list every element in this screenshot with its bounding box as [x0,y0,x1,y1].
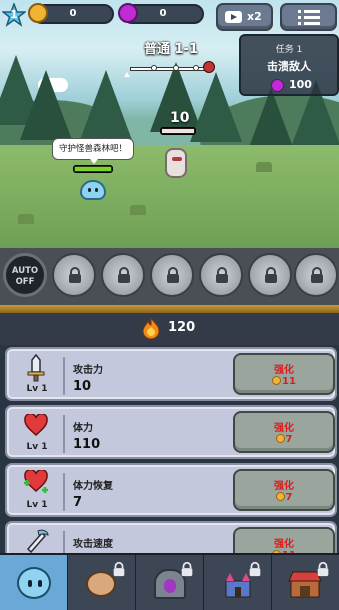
stage-title: 普通 1-1 [143,42,198,57]
quest-reward: 100 [289,78,312,91]
grass-tuft [18,214,34,224]
skill-slot-locked[interactable] [294,253,338,297]
player-level: 1 [10,8,18,21]
gold-coin-icon [275,434,285,443]
mummy-enemy [165,148,187,178]
panel-divider [0,305,339,313]
tab-slime[interactable] [0,555,68,610]
upgrade-name: 体力恢复 [73,481,113,492]
tree [80,70,132,140]
upgrade-cost: 7 [235,434,333,445]
tab-castle[interactable] [204,555,272,610]
gold-amount: 0 [69,8,77,19]
flame-amount: 120 [168,320,196,335]
upgrade-name: 攻击速度 [73,539,113,550]
upgrade-name: 体力 [73,423,93,434]
lock-icon [216,267,228,283]
upgrade-value: 7 [73,495,83,510]
upgrade-value: 110 [73,437,101,452]
gem-icon [271,79,284,92]
lock-icon [249,561,261,577]
gem-amount: 0 [159,8,167,19]
slime-player [80,180,106,200]
speech-tail [90,159,98,164]
upgrade-level: Lv 1 [26,384,48,394]
upgrade-row-attack: Lv 1 攻击力 10 强化 11 [5,347,337,401]
enemy-count: 10 [170,110,190,126]
lock-icon [317,561,329,577]
flame-icon [142,317,160,339]
enemy-hp-bar [160,127,196,135]
grass-tuft [256,162,272,172]
video-icon [225,11,242,23]
slime-icon [17,567,51,599]
auto-state-label: OFF [15,277,35,287]
lock-icon [265,267,277,283]
lock-icon [167,267,179,283]
tab-shop[interactable] [272,555,339,610]
auto-label: AUTO [11,266,39,276]
speed-label: x2 [247,10,262,23]
player-hp-bar [73,165,113,173]
upgrade-row-hp-regen: Lv 1 体力恢复 7 强化 7 [5,463,337,517]
bottom-nav [0,553,339,610]
upgrade-button[interactable]: 强化 11 [233,353,335,395]
menu-button[interactable] [280,3,337,31]
progress-marker-icon [124,72,130,77]
sword-icon [27,354,45,382]
skill-slot-locked[interactable] [150,253,194,297]
gold-coin-icon [272,376,282,385]
tree [190,72,242,142]
quest-title: 任务 1 [275,45,303,55]
skill-slot-locked[interactable] [199,253,243,297]
auto-toggle-button[interactable]: AUTO OFF [3,253,47,297]
tree [20,70,72,140]
tab-dungeon[interactable] [136,555,204,610]
grass-tuft [130,205,146,215]
upgrade-cost: 7 [235,492,333,503]
row-separator [63,473,65,511]
row-separator [63,415,65,453]
lock-icon [69,267,81,283]
upgrade-value: 10 [73,379,92,394]
quest-description: 击溃敌人 [267,60,311,73]
video-speed-button[interactable]: x2 [216,3,273,31]
upgrade-level: Lv 1 [26,442,48,452]
upgrade-cost: 11 [235,376,333,387]
upgrade-row-hp: Lv 1 体力 110 强化 7 [5,405,337,459]
upgrade-name: 攻击力 [73,365,103,376]
boss-icon [203,61,215,73]
list-menu-icon [298,10,320,25]
lock-icon [181,561,193,577]
upgrade-button-label: 强化 [274,423,294,434]
upgrade-button-label: 强化 [274,539,294,550]
gold-coin-icon [28,3,48,23]
upgrade-button[interactable]: 强化 7 [233,411,335,453]
tab-companion[interactable] [68,555,136,610]
upgrade-button[interactable]: 强化 7 [233,469,335,511]
gold-coin-icon [275,492,285,501]
stage-progress-bar [130,65,210,71]
skill-slot-locked[interactable] [52,253,96,297]
gem-icon [118,3,138,23]
lock-icon [311,267,323,283]
flame-currency-row: 120 [0,313,339,345]
lock-icon [113,561,125,577]
skill-slot-locked[interactable] [248,253,292,297]
speech-bubble: 守护怪兽森林吧！ [52,138,134,160]
upgrade-button-label: 强化 [274,365,294,376]
heart-icon [24,414,48,436]
quest-panel[interactable]: 任务 1 击溃敌人 100 [239,34,339,96]
upgrade-button-label: 强化 [274,481,294,492]
row-separator [63,357,65,395]
level-star-badge: 1 [0,1,28,27]
winged-sword-icon [26,529,49,553]
upgrade-level: Lv 1 [26,500,48,510]
lock-icon [118,267,130,283]
skill-slot-locked[interactable] [101,253,145,297]
skill-bar: AUTO OFF [0,248,339,308]
heart-regen-icon [24,470,48,493]
